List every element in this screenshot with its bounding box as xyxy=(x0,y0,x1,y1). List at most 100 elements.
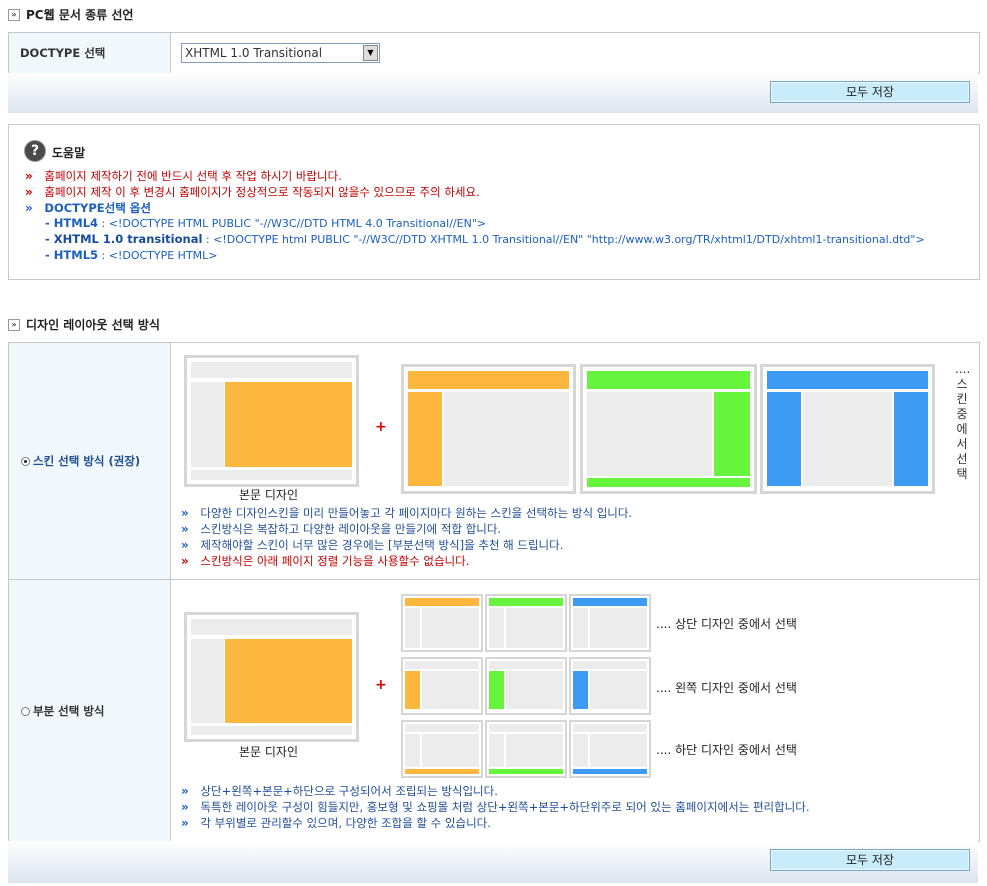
skin-side-block xyxy=(894,392,928,486)
top-block xyxy=(573,661,647,669)
skin-top-block xyxy=(767,371,928,389)
skin-thumbnail-orange[interactable] xyxy=(401,364,576,494)
partial-desc-2: » 독특한 레이아웃 구성이 힘들지만, 홍보형 및 쇼핑몰 처럼 상단+왼쪽+… xyxy=(181,799,810,815)
help-line-1-text: 홈페이지 제작하기 전에 반드시 선택 후 작업 하시기 바랍니다. xyxy=(44,169,342,183)
partial-body-design-thumbnail xyxy=(184,612,359,742)
help-option-xhtml: - XHTML 1.0 transitional : <!DOCTYPE htm… xyxy=(45,232,925,246)
help-options-title-text: DOCTYPE선택 옵션 xyxy=(44,201,151,215)
doctype-label: DOCTYPE 선택 xyxy=(20,46,106,60)
body-design-thumbnail xyxy=(184,355,359,487)
partial-desc-3: » 각 부위별로 관리할수 있으며, 다양한 조합을 할 수 있습니다. xyxy=(181,815,491,831)
double-chevron-icon: » xyxy=(181,816,189,830)
question-circle-icon: ? xyxy=(24,140,46,162)
skin-thumbnail-green[interactable] xyxy=(580,364,757,494)
option-value: : <!DOCTYPE html PUBLIC "-//W3C//DTD XHT… xyxy=(202,233,925,246)
body-block xyxy=(422,608,479,648)
top-block xyxy=(489,724,563,732)
left-block xyxy=(489,608,504,648)
partial-desc-1-text: 상단+왼쪽+본문+하단으로 구성되어서 조립되는 방식입니다. xyxy=(200,784,498,798)
skin-side-block xyxy=(714,392,750,476)
option-name: - XHTML 1.0 transitional xyxy=(45,232,203,246)
left-block xyxy=(405,671,420,709)
partial-option-label: 부분 선택 방식 xyxy=(33,704,105,718)
skin-desc-2: » 스킨방식은 복잡하고 다양한 레이아웃을 만들기에 적합 합니다. xyxy=(181,521,501,537)
body-design-label: 본문 디자인 xyxy=(239,488,299,502)
layout-bottom-block xyxy=(191,726,352,735)
radio-selected-icon[interactable] xyxy=(21,457,30,466)
skin-body-block xyxy=(587,392,712,476)
save-bar-top: 모두 저장 xyxy=(8,73,978,113)
save-all-button[interactable]: 모두 저장 xyxy=(770,81,970,103)
double-chevron-icon: » xyxy=(181,784,189,798)
help-option-html5: - HTML5 : <!DOCTYPE HTML> xyxy=(45,248,218,262)
skin-body-block xyxy=(803,392,892,486)
left-design-orange[interactable] xyxy=(401,657,483,715)
section-title-doctype: » PC웹 문서 종류 선언 xyxy=(8,6,133,23)
layout-body-block xyxy=(225,382,352,467)
bottom-block xyxy=(405,769,479,774)
option-name: - HTML5 xyxy=(45,248,99,262)
left-block xyxy=(573,734,588,767)
top-block xyxy=(405,724,479,732)
top-block xyxy=(405,661,479,669)
layout-left-block xyxy=(191,382,224,467)
top-design-blue[interactable] xyxy=(569,594,651,652)
doctype-row: DOCTYPE 선택 XHTML 1.0 Transitional ▼ xyxy=(8,32,980,74)
plus-icon: + xyxy=(375,419,387,435)
body-block xyxy=(506,734,563,767)
partial-desc-3-text: 각 부위별로 관리할수 있으며, 다양한 조합을 할 수 있습니다. xyxy=(200,816,491,830)
left-design-label: .... 왼쪽 디자인 중에서 선택 xyxy=(656,681,797,695)
bottom-design-label: .... 하단 디자인 중에서 선택 xyxy=(656,743,797,757)
bottom-design-blue[interactable] xyxy=(569,720,651,778)
left-design-blue[interactable] xyxy=(569,657,651,715)
layout-bottom-block xyxy=(191,470,352,480)
bottom-design-green[interactable] xyxy=(485,720,567,778)
option-name: - HTML4 xyxy=(45,216,99,230)
skin-desc-1-text: 다양한 디자인스킨을 미리 만들어놓고 각 페이지마다 원하는 스킨을 선택하는… xyxy=(200,506,633,520)
skin-desc-3-text: 제작해야할 스킨이 너무 많은 경우에는 [부분선택 방식]을 추천 해 드립니… xyxy=(200,538,564,552)
top-block xyxy=(489,598,563,606)
top-design-green[interactable] xyxy=(485,594,567,652)
doctype-select[interactable]: XHTML 1.0 Transitional ▼ xyxy=(181,43,380,63)
skin-thumbnail-blue[interactable] xyxy=(760,364,935,494)
body-block xyxy=(422,734,479,767)
skin-top-block xyxy=(587,371,750,389)
help-line-2: » 홈페이지 제작 이 후 변경시 홈페이지가 정상적으로 작동되지 않을수 있… xyxy=(25,184,480,200)
help-box: ? 도움말 » 홈페이지 제작하기 전에 반드시 선택 후 작업 하시기 바랍니… xyxy=(8,124,980,280)
bottom-design-orange[interactable] xyxy=(401,720,483,778)
option-value: : <!DOCTYPE HTML PUBLIC "-//W3C//DTD HTM… xyxy=(98,217,487,230)
help-option-html4: - HTML4 : <!DOCTYPE HTML PUBLIC "-//W3C/… xyxy=(45,216,486,230)
double-chevron-icon: » xyxy=(181,506,189,520)
option-value: : <!DOCTYPE HTML> xyxy=(98,249,218,262)
skin-option[interactable]: 스킨 선택 방식 (권장) xyxy=(21,453,140,469)
double-chevron-icon: » xyxy=(8,318,20,331)
partial-option[interactable]: 부분 선택 방식 xyxy=(21,703,105,719)
top-design-orange[interactable] xyxy=(401,594,483,652)
top-design-label: .... 상단 디자인 중에서 선택 xyxy=(656,617,797,631)
layout-label-column xyxy=(9,343,171,841)
section-title-text: PC웹 문서 종류 선언 xyxy=(26,8,134,22)
skin-desc-4-text: 스킨방식은 아래 페이지 정렬 기능을 사용할수 없습니다. xyxy=(200,554,470,568)
skin-side-block xyxy=(767,392,801,486)
save-all-button-bottom[interactable]: 모두 저장 xyxy=(770,849,970,871)
double-chevron-icon: » xyxy=(8,8,20,21)
save-bar-bottom: 모두 저장 xyxy=(8,841,978,883)
top-block xyxy=(489,661,563,669)
chevron-down-icon[interactable]: ▼ xyxy=(363,45,378,61)
skin-desc-2-text: 스킨방식은 복잡하고 다양한 레이아웃을 만들기에 적합 합니다. xyxy=(200,522,502,536)
left-block xyxy=(489,734,504,767)
body-block xyxy=(506,608,563,648)
layout-body-block xyxy=(225,639,352,723)
double-chevron-icon: » xyxy=(25,169,33,183)
left-design-green[interactable] xyxy=(485,657,567,715)
skin-side-block xyxy=(408,392,442,486)
radio-unselected-icon[interactable] xyxy=(21,707,30,716)
body-block xyxy=(590,608,647,648)
skin-desc-4: » 스킨방식은 아래 페이지 정렬 기능을 사용할수 없습니다. xyxy=(181,553,469,569)
left-block xyxy=(573,608,588,648)
section-title-layout: » 디자인 레이아웃 선택 방식 xyxy=(8,316,160,333)
skin-side-text: ....스킨중에서선택 xyxy=(955,362,971,481)
skin-top-block xyxy=(408,371,569,389)
body-block xyxy=(422,671,479,709)
row-divider xyxy=(9,579,979,580)
